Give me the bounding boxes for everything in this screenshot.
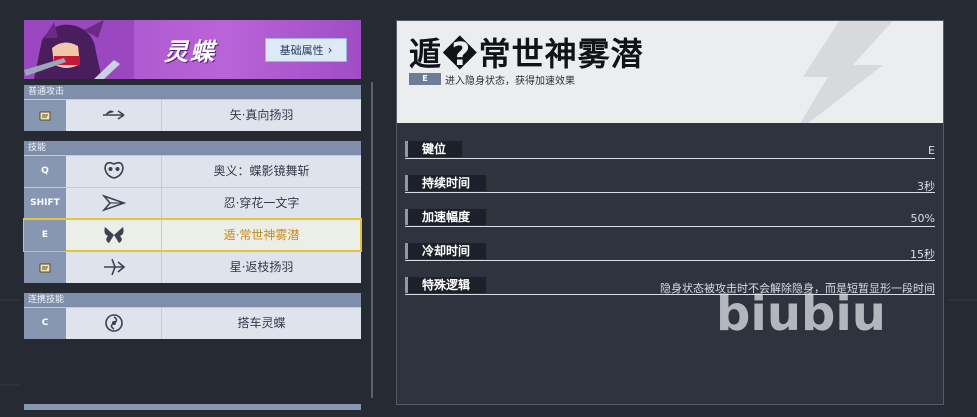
lightning-bolt-icon	[800, 21, 893, 123]
chevron-right-icon: ›	[327, 43, 333, 57]
key-cell	[24, 100, 66, 131]
skill-key-badge: E	[409, 73, 441, 85]
stat-keybind: 键位 E	[405, 141, 935, 175]
hero-banner: 灵蝶 基础属性 ›	[24, 20, 361, 79]
swirl-icon	[105, 314, 123, 332]
stat-divider	[405, 226, 935, 227]
stat-label: 加速幅度	[405, 209, 487, 225]
skill-row-star[interactable]: 星·返枝扬羽	[24, 251, 361, 283]
scroll-icon	[39, 111, 51, 121]
svg-text:biubiu: biubiu	[716, 286, 886, 340]
skill-name: 星·返枝扬羽	[229, 260, 294, 274]
list-bottom-strip	[24, 404, 361, 410]
stat-cooldown: 冷却时间 15秒	[405, 243, 935, 277]
skill-row-c[interactable]: C 搭车灵蝶	[24, 307, 361, 339]
butterfly-mask-icon	[104, 161, 124, 179]
hero-portrait	[24, 20, 134, 79]
scrollbar-track[interactable]	[371, 82, 373, 398]
scroll-icon	[39, 263, 51, 273]
flower-dash-icon	[102, 194, 126, 212]
skill-name: 搭车灵蝶	[237, 316, 286, 330]
icon-cell	[66, 188, 162, 219]
key-cell	[24, 252, 66, 283]
stat-speed-boost: 加速幅度 50%	[405, 209, 935, 243]
stat-value: 50%	[910, 212, 935, 225]
key-cell: C	[24, 308, 66, 339]
icon-cell	[66, 100, 162, 131]
skill-name: 忍·穿花一文字	[223, 196, 300, 210]
skill-name: 矢·真向扬羽	[229, 108, 294, 122]
section-normal-attack: 普通攻击	[24, 85, 361, 99]
hero-name: 灵蝶	[164, 38, 216, 66]
biubiu-watermark-logo: biubiu	[716, 286, 886, 340]
icon-cell	[66, 220, 162, 251]
basic-attributes-label: 基础属性	[279, 44, 324, 57]
skill-detail-panel: 遁�常世神雾潜 E 进入隐身状态，获得加速效果 键位 E 持续时间 3秒 加速幅…	[396, 20, 944, 405]
skill-row-e-selected[interactable]: E 遁·常世神雾潜	[23, 218, 362, 252]
basic-attributes-button[interactable]: 基础属性 ›	[265, 38, 347, 62]
key-cell: SHIFT	[24, 188, 66, 219]
skill-row-q[interactable]: Q 奥义：蝶影镜舞斩	[24, 155, 361, 187]
skill-row-shift[interactable]: SHIFT 忍·穿花一文字	[24, 187, 361, 219]
butterfly-icon	[104, 227, 124, 243]
skill-name: 遁·常世神雾潜	[223, 228, 300, 242]
stat-label: 持续时间	[405, 175, 487, 191]
feather-arrow-icon	[103, 110, 125, 120]
section-combo-skill: 连携技能	[24, 293, 361, 307]
skill-header: 遁�常世神雾潜 E 进入隐身状态，获得加速效果	[397, 21, 943, 123]
skill-title: 遁�常世神雾潜	[409, 35, 644, 73]
stat-divider	[405, 192, 935, 193]
section-skills: 技能	[24, 141, 361, 155]
stat-duration: 持续时间 3秒	[405, 175, 935, 209]
stat-value: E	[928, 144, 935, 157]
skill-name: 奥义：蝶影镜舞斩	[213, 164, 310, 178]
key-cell: E	[24, 220, 66, 251]
stat-label: 特殊逻辑	[405, 277, 487, 293]
stat-label: 键位	[405, 141, 463, 157]
icon-cell	[66, 252, 162, 283]
stat-label: 冷却时间	[405, 243, 487, 259]
key-cell: Q	[24, 156, 66, 187]
stat-divider	[405, 260, 935, 261]
icon-cell	[66, 308, 162, 339]
skill-description: 进入隐身状态，获得加速效果	[445, 76, 575, 87]
skill-list-panel: 灵蝶 基础属性 › 普通攻击 矢·真向扬羽 技能 Q 奥义：蝶影镜舞斩 SHIF…	[23, 20, 362, 339]
star-feather-icon	[104, 258, 126, 276]
icon-cell	[66, 156, 162, 187]
skill-row-normal-attack[interactable]: 矢·真向扬羽	[24, 99, 361, 131]
stat-divider	[405, 158, 935, 159]
